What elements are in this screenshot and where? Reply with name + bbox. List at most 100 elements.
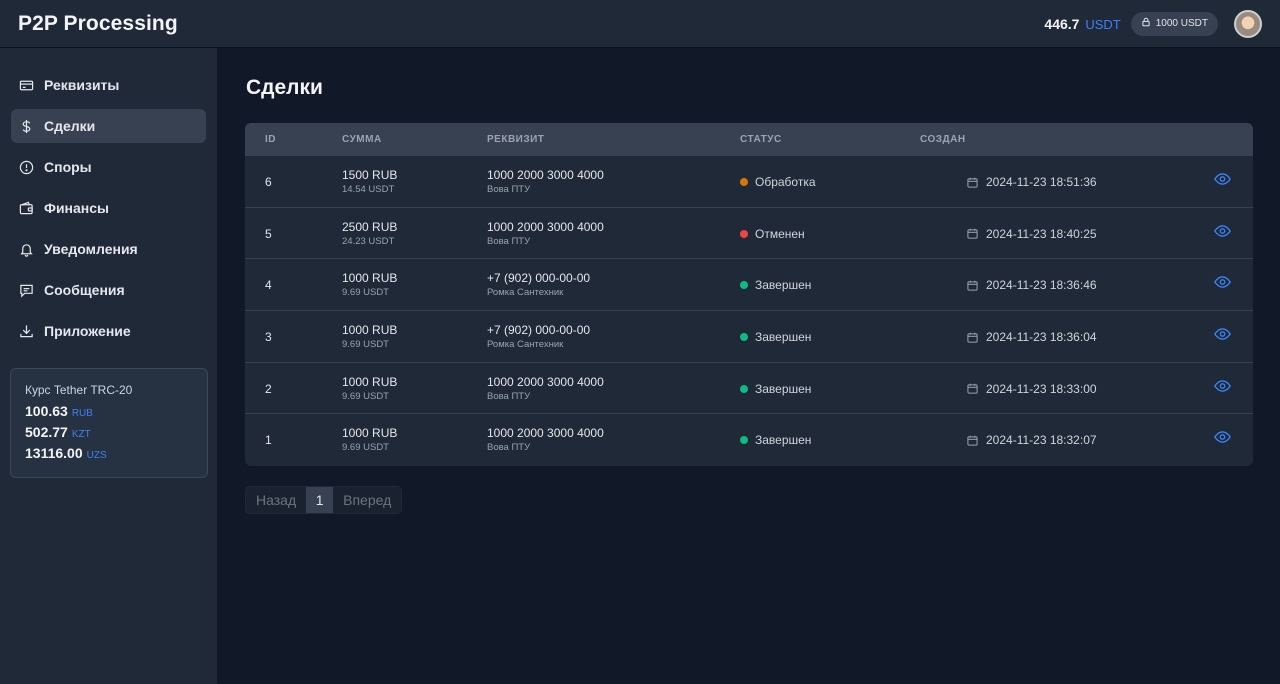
sidebar-item-app[interactable]: Приложение bbox=[11, 314, 206, 348]
table-row[interactable]: 2 1000 RUB 9.69 USDT 1000 2000 3000 4000 Вов… bbox=[245, 363, 1253, 415]
requisite-number: 1000 2000 3000 4000 bbox=[487, 374, 604, 389]
deal-sum: 1000 RUB 9.69 USDT bbox=[342, 426, 397, 453]
sidebar-item-label: Приложение bbox=[44, 323, 131, 339]
rates-title: Курс Tether TRC-20 bbox=[25, 383, 133, 397]
status-label: Завершен bbox=[755, 433, 812, 448]
status-dot bbox=[740, 436, 748, 445]
deals-table: ID СУММА РЕКВИЗИТ СТАТУС СОЗДАН 6 1500 RU… bbox=[245, 123, 1253, 466]
status-label: Обработка bbox=[755, 175, 816, 189]
pagination: Назад 1 Вперед bbox=[245, 486, 403, 514]
status-dot bbox=[740, 384, 748, 393]
table-row[interactable]: 5 2500 RUB 24.23 USDT 1000 2000 3000 4000 Во… bbox=[245, 208, 1253, 260]
eye-icon bbox=[1214, 224, 1232, 238]
pagination-page-button[interactable]: 1 bbox=[306, 487, 334, 513]
column-header-created: СОЗДАН bbox=[920, 134, 966, 145]
eye-icon bbox=[1214, 430, 1232, 444]
deal-created: 2024-11-23 18:33:00 bbox=[967, 382, 1097, 396]
deal-requisite: 1000 2000 3000 4000 Вова ПТУ bbox=[487, 220, 604, 247]
pagination-next-button[interactable]: Вперед bbox=[333, 487, 402, 513]
requisite-holder: Вова ПТУ bbox=[487, 235, 531, 247]
deal-created: 2024-11-23 18:40:25 bbox=[967, 227, 1097, 241]
table-row[interactable]: 3 1000 RUB 9.69 USDT +7 (902) 000-00-00 Ромк… bbox=[245, 311, 1253, 363]
requisite-number: 1000 2000 3000 4000 bbox=[487, 168, 604, 182]
locked-balance-badge[interactable]: 1000 USDT bbox=[1130, 11, 1218, 36]
deal-sum: 1000 RUB 9.69 USDT bbox=[342, 375, 397, 402]
view-deal-button[interactable] bbox=[1214, 430, 1232, 446]
deal-status: Завершен bbox=[740, 278, 811, 292]
brand-title[interactable]: P2P Processing bbox=[18, 12, 178, 36]
page-title: Сделки bbox=[246, 76, 323, 99]
view-deal-button[interactable] bbox=[1214, 379, 1232, 395]
eye-icon bbox=[1214, 327, 1232, 341]
requisite-holder: Ромка Сантехник bbox=[487, 339, 564, 351]
rate-row-kzt: 502.77 KZT bbox=[25, 424, 193, 440]
lock-icon bbox=[1141, 17, 1151, 30]
requisite-holder: Вова ПТУ bbox=[487, 184, 531, 195]
pagination-prev-button[interactable]: Назад bbox=[246, 487, 307, 513]
wallet-icon bbox=[18, 200, 34, 216]
deal-sum-usdt: 14.54 USDT bbox=[342, 184, 395, 195]
exchange-rates-card: Курс Tether TRC-20 100.63 RUB 502.77 KZT 1… bbox=[10, 368, 208, 478]
table-row[interactable]: 4 1000 RUB 9.69 USDT +7 (902) 000-00-00 Ромк… bbox=[245, 259, 1253, 312]
created-datetime: 2024-11-23 18:40:25 bbox=[986, 226, 1097, 241]
requisite-holder: Вова ПТУ bbox=[487, 390, 531, 402]
locked-balance-label: 1000 USDT bbox=[1155, 18, 1208, 29]
view-deal-button[interactable] bbox=[1214, 224, 1232, 240]
sidebar-item-requisites[interactable]: Реквизиты bbox=[11, 68, 206, 102]
requisite-number: 1000 2000 3000 4000 bbox=[487, 426, 604, 441]
sidebar-item-label: Финансы bbox=[44, 200, 109, 216]
requisite-number: +7 (902) 000-00-00 bbox=[487, 271, 591, 286]
deal-id: 5 bbox=[265, 226, 272, 241]
deal-id: 3 bbox=[265, 330, 272, 345]
table-header: ID СУММА РЕКВИЗИТ СТАТУС СОЗДАН bbox=[245, 123, 1253, 156]
user-avatar[interactable] bbox=[1234, 9, 1262, 38]
deal-requisite: 1000 2000 3000 4000 Вова ПТУ bbox=[487, 426, 604, 453]
requisite-holder: Вова ПТУ bbox=[487, 442, 531, 454]
deal-requisite: +7 (902) 000-00-00 Ромка Сантехник bbox=[487, 323, 590, 350]
deal-created: 2024-11-23 18:51:36 bbox=[967, 175, 1097, 189]
eye-icon bbox=[1214, 379, 1232, 393]
calendar-icon bbox=[967, 435, 986, 446]
table-row[interactable]: 1 1000 RUB 9.69 USDT 1000 2000 3000 4000 Вов… bbox=[245, 414, 1253, 466]
credit-card-icon bbox=[18, 77, 34, 93]
balance-currency: USDT bbox=[1085, 16, 1121, 32]
status-label: Завершен bbox=[755, 278, 812, 293]
column-header-status: СТАТУС bbox=[740, 134, 782, 145]
sidebar-item-finances[interactable]: Финансы bbox=[11, 191, 206, 225]
sidebar-item-label: Споры bbox=[44, 159, 92, 175]
rate-currency: RUB bbox=[71, 408, 93, 419]
eye-icon bbox=[1214, 275, 1232, 289]
sidebar-item-messages[interactable]: Сообщения bbox=[11, 273, 206, 307]
created-datetime: 2024-11-23 18:51:36 bbox=[986, 175, 1097, 189]
alert-circle-icon bbox=[18, 159, 34, 175]
deal-sum-usdt: 9.69 USDT bbox=[342, 390, 389, 402]
sidebar-item-deals[interactable]: Сделки bbox=[11, 109, 206, 143]
deal-sum-rub: 1000 RUB bbox=[342, 323, 398, 338]
rate-value: 502.77 bbox=[25, 424, 68, 440]
sidebar-item-disputes[interactable]: Споры bbox=[11, 150, 206, 184]
status-dot bbox=[740, 229, 748, 238]
deal-sum-usdt: 9.69 USDT bbox=[342, 339, 389, 351]
rate-currency: UZS bbox=[86, 450, 107, 461]
deal-requisite: +7 (902) 000-00-00 Ромка Сантехник bbox=[487, 271, 590, 298]
rate-currency: KZT bbox=[71, 429, 91, 440]
calendar-icon bbox=[967, 228, 986, 239]
created-datetime: 2024-11-23 18:36:04 bbox=[986, 330, 1097, 345]
sidebar-item-label: Реквизиты bbox=[44, 77, 120, 93]
view-deal-button[interactable] bbox=[1214, 275, 1232, 291]
sidebar-nav: Реквизиты Сделки Споры Финансы Уведомлен… bbox=[0, 48, 217, 348]
sidebar-item-notifications[interactable]: Уведомления bbox=[11, 232, 206, 266]
view-deal-button[interactable] bbox=[1214, 172, 1232, 188]
deal-sum-usdt: 24.23 USDT bbox=[342, 235, 395, 247]
status-label: Отменен bbox=[755, 226, 805, 241]
deal-status: Отменен bbox=[740, 227, 805, 241]
deal-sum-rub: 1000 RUB bbox=[342, 271, 398, 286]
deal-sum: 1500 RUB 14.54 USDT bbox=[342, 168, 397, 195]
deal-sum-rub: 1000 RUB bbox=[342, 426, 398, 441]
column-header-sum: СУММА bbox=[342, 134, 382, 145]
view-deal-button[interactable] bbox=[1214, 327, 1232, 343]
deal-sum: 1000 RUB 9.69 USDT bbox=[342, 271, 397, 298]
deal-sum: 1000 RUB 9.69 USDT bbox=[342, 323, 397, 350]
rate-row-rub: 100.63 RUB bbox=[25, 403, 193, 419]
table-row[interactable]: 6 1500 RUB 14.54 USDT 1000 2000 3000 4000 Во… bbox=[245, 156, 1253, 208]
